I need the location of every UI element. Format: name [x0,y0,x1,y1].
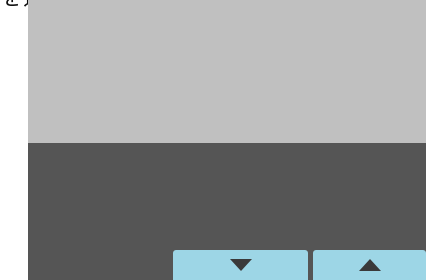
scroll-up-button[interactable] [313,250,426,280]
triangle-down-icon [229,259,252,271]
display-lower-area [28,143,426,280]
screen: を選択。 [0,0,426,280]
display-upper-area [28,0,426,143]
device-panel [28,0,426,280]
scroll-down-button[interactable] [173,250,308,280]
triangle-up-icon [358,259,381,271]
